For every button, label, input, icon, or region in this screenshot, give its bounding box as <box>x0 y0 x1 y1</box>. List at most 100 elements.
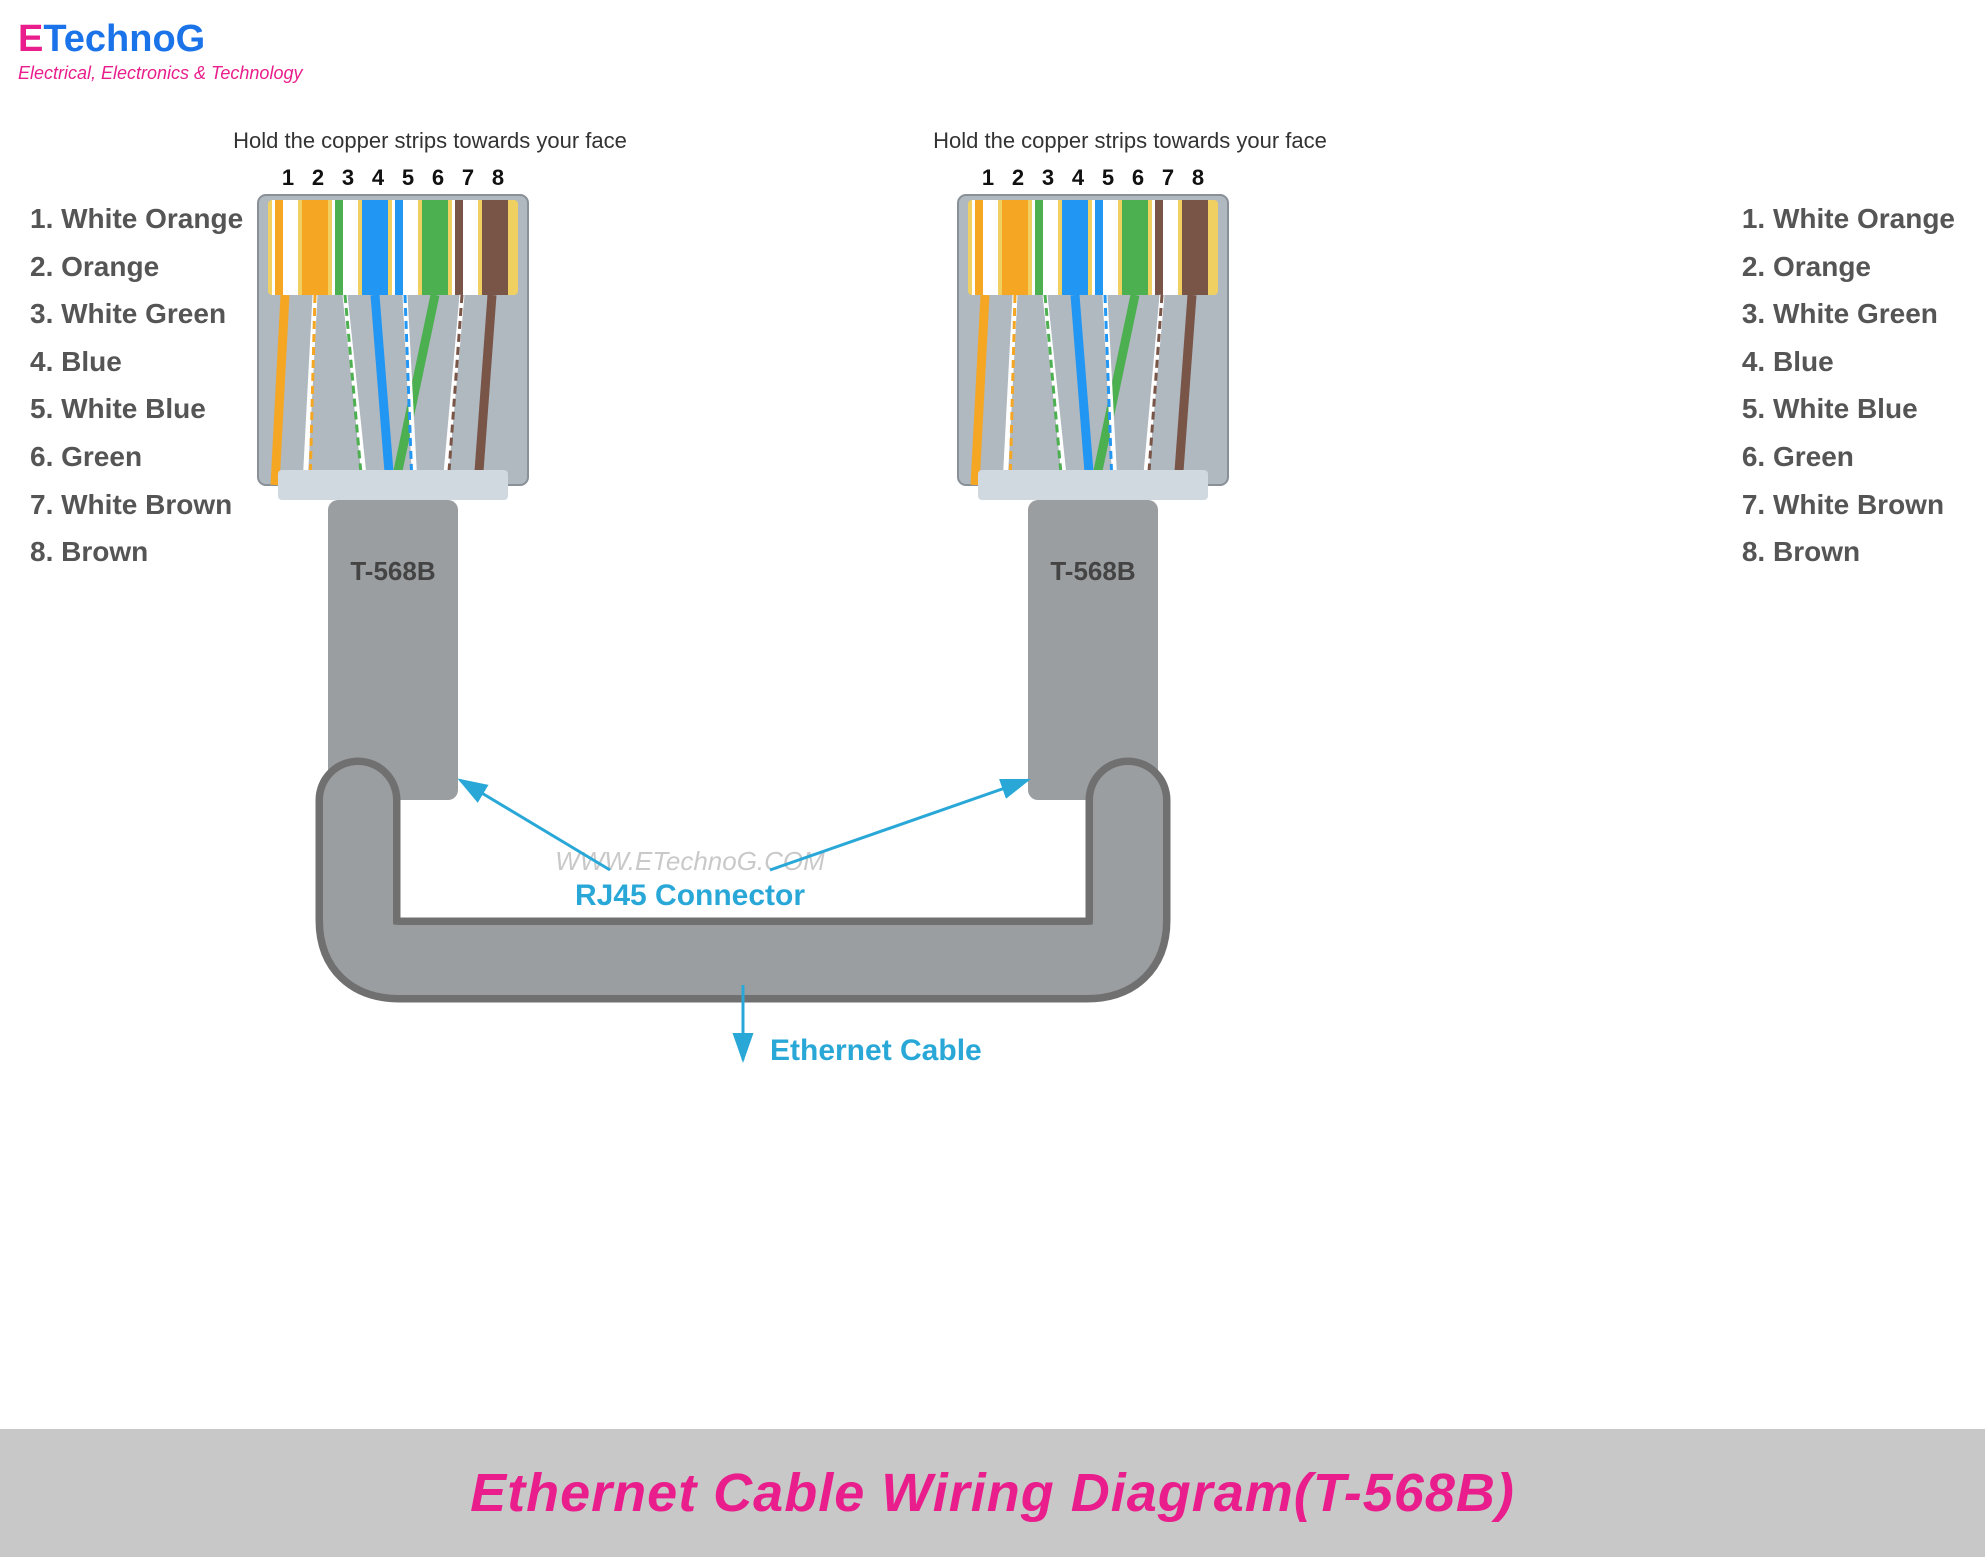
wire-stripe-r7a <box>1152 200 1178 295</box>
wire-item-left-5: 5. White Blue <box>30 385 243 433</box>
wire-r-green1 <box>1045 295 1062 485</box>
diagram-svg: Hold the copper strips towards your face… <box>0 0 1985 1557</box>
wire-r-brown2 <box>1178 295 1192 485</box>
rj45-label-text: RJ45 Connector <box>575 879 805 912</box>
wire-l-green-white1 <box>345 295 365 485</box>
wire-l-blue1 <box>375 295 390 485</box>
wire-stripe-l3b <box>335 200 343 295</box>
wire-item-left-3: 3. White Green <box>30 290 243 338</box>
wire-r-blue-white1 <box>1105 295 1115 485</box>
wire-stripe-l1b <box>275 200 283 295</box>
pin-2-left: 2 <box>312 165 324 190</box>
wire-r-blue2 <box>1105 295 1112 485</box>
wire-item-right-1: 1. White Orange <box>1742 195 1955 243</box>
wire-stripe-r1a <box>972 200 998 295</box>
pin-5-right: 5 <box>1102 165 1114 190</box>
wire-stripe-r1b <box>975 200 983 295</box>
logo-e: E <box>18 18 43 60</box>
wire-r-green2 <box>1095 295 1135 485</box>
wire-r-green-white1 <box>1045 295 1065 485</box>
cable-outer <box>358 800 1128 960</box>
connector-body-left <box>258 195 528 485</box>
wire-l-green1 <box>345 295 362 485</box>
wire-stripe-l1a <box>272 200 298 295</box>
cable-inner <box>358 800 1128 960</box>
wire-stripe-r2 <box>1002 200 1028 295</box>
pin-1-right: 1 <box>982 165 994 190</box>
pin-4-right: 4 <box>1072 165 1085 190</box>
wire-item-right-3: 3. White Green <box>1742 290 1955 338</box>
pin-3-left: 3 <box>342 165 354 190</box>
connector-cable-exit-left <box>328 500 458 800</box>
connector-body-right <box>958 195 1228 485</box>
pin-1-left: 1 <box>282 165 294 190</box>
logo: ETechnoG Electrical, Electronics & Techn… <box>18 18 302 84</box>
arrow-left <box>460 780 610 870</box>
wire-stripe-r3b <box>1035 200 1043 295</box>
banner-title: Ethernet Cable Wiring Diagram(T-568B) <box>470 1462 1515 1524</box>
wire-item-right-5: 5. White Blue <box>1742 385 1955 433</box>
wire-stripe-l5b <box>395 200 403 295</box>
wire-l-brown2 <box>478 295 492 485</box>
pin-5-left: 5 <box>402 165 414 190</box>
pin-2-right: 2 <box>1012 165 1024 190</box>
wire-stripe-l5a <box>392 200 418 295</box>
connector-gold-right <box>968 200 1218 295</box>
wire-item-left-8: 8. Brown <box>30 528 243 576</box>
page: ETechnoG Electrical, Electronics & Techn… <box>0 0 1985 1557</box>
logo-technog: TechnoG <box>43 18 205 60</box>
arrow-right <box>770 780 1028 870</box>
instruction-right: Hold the copper strips towards your face <box>933 128 1327 153</box>
wire-stripe-r4 <box>1062 200 1088 295</box>
wire-l-orange2 <box>310 295 315 485</box>
wire-l-brown1 <box>448 295 462 485</box>
wire-r-orange1 <box>975 295 985 485</box>
wire-r-brown1 <box>1148 295 1162 485</box>
pin-4-left: 4 <box>372 165 385 190</box>
wire-stripe-r7b <box>1155 200 1163 295</box>
wire-stripe-r5b <box>1095 200 1103 295</box>
wire-item-right-4: 4. Blue <box>1742 338 1955 386</box>
wire-r-orange-white1 <box>1005 295 1015 485</box>
wire-item-right-2: 2. Orange <box>1742 243 1955 291</box>
wire-l-orange1 <box>275 295 285 485</box>
watermark-text: WWW.ETechnoG.COM <box>555 846 825 876</box>
logo-tagline: Electrical, Electronics & Technology <box>18 63 302 84</box>
connector-gold-left <box>268 200 518 295</box>
wire-stripe-l8 <box>482 200 508 295</box>
connector-cable-exit-right <box>1028 500 1158 800</box>
wire-stripe-l2 <box>302 200 328 295</box>
wire-item-right-6: 6. Green <box>1742 433 1955 481</box>
pin-8-left: 8 <box>492 165 504 190</box>
wire-stripe-r6 <box>1122 200 1148 295</box>
wire-item-left-4: 4. Blue <box>30 338 243 386</box>
bottom-banner: Ethernet Cable Wiring Diagram(T-568B) <box>0 1429 1985 1557</box>
wire-item-left-2: 2. Orange <box>30 243 243 291</box>
wire-stripe-l4 <box>362 200 388 295</box>
wire-r-blue1 <box>1075 295 1090 485</box>
ethernet-label-text: Ethernet Cable <box>770 1034 982 1067</box>
wire-r-brown-white1 <box>1145 295 1162 485</box>
pin-7-left: 7 <box>462 165 474 190</box>
wire-stripe-l7b <box>455 200 463 295</box>
wire-stripe-r8 <box>1182 200 1208 295</box>
pin-8-right: 8 <box>1192 165 1204 190</box>
wire-stripe-l7a <box>452 200 478 295</box>
wire-r-orange2 <box>1010 295 1015 485</box>
wire-item-right-8: 8. Brown <box>1742 528 1955 576</box>
wire-stripe-l6 <box>422 200 448 295</box>
wire-l-green2 <box>395 295 435 485</box>
wire-item-left-6: 6. Green <box>30 433 243 481</box>
pin-6-right: 6 <box>1132 165 1144 190</box>
wire-stripe-r5a <box>1092 200 1118 295</box>
instruction-left: Hold the copper strips towards your face <box>233 128 627 153</box>
connector-clip-right <box>978 470 1208 500</box>
wire-l-orange-white1 <box>305 295 315 485</box>
wire-list-right: 1. White Orange 2. Orange 3. White Green… <box>1742 195 1955 576</box>
wire-item-left-7: 7. White Brown <box>30 481 243 529</box>
connector-clip-left <box>278 470 508 500</box>
wire-item-left-1: 1. White Orange <box>30 195 243 243</box>
pin-6-left: 6 <box>432 165 444 190</box>
wire-stripe-r3a <box>1032 200 1058 295</box>
wire-l-blue2 <box>405 295 412 485</box>
